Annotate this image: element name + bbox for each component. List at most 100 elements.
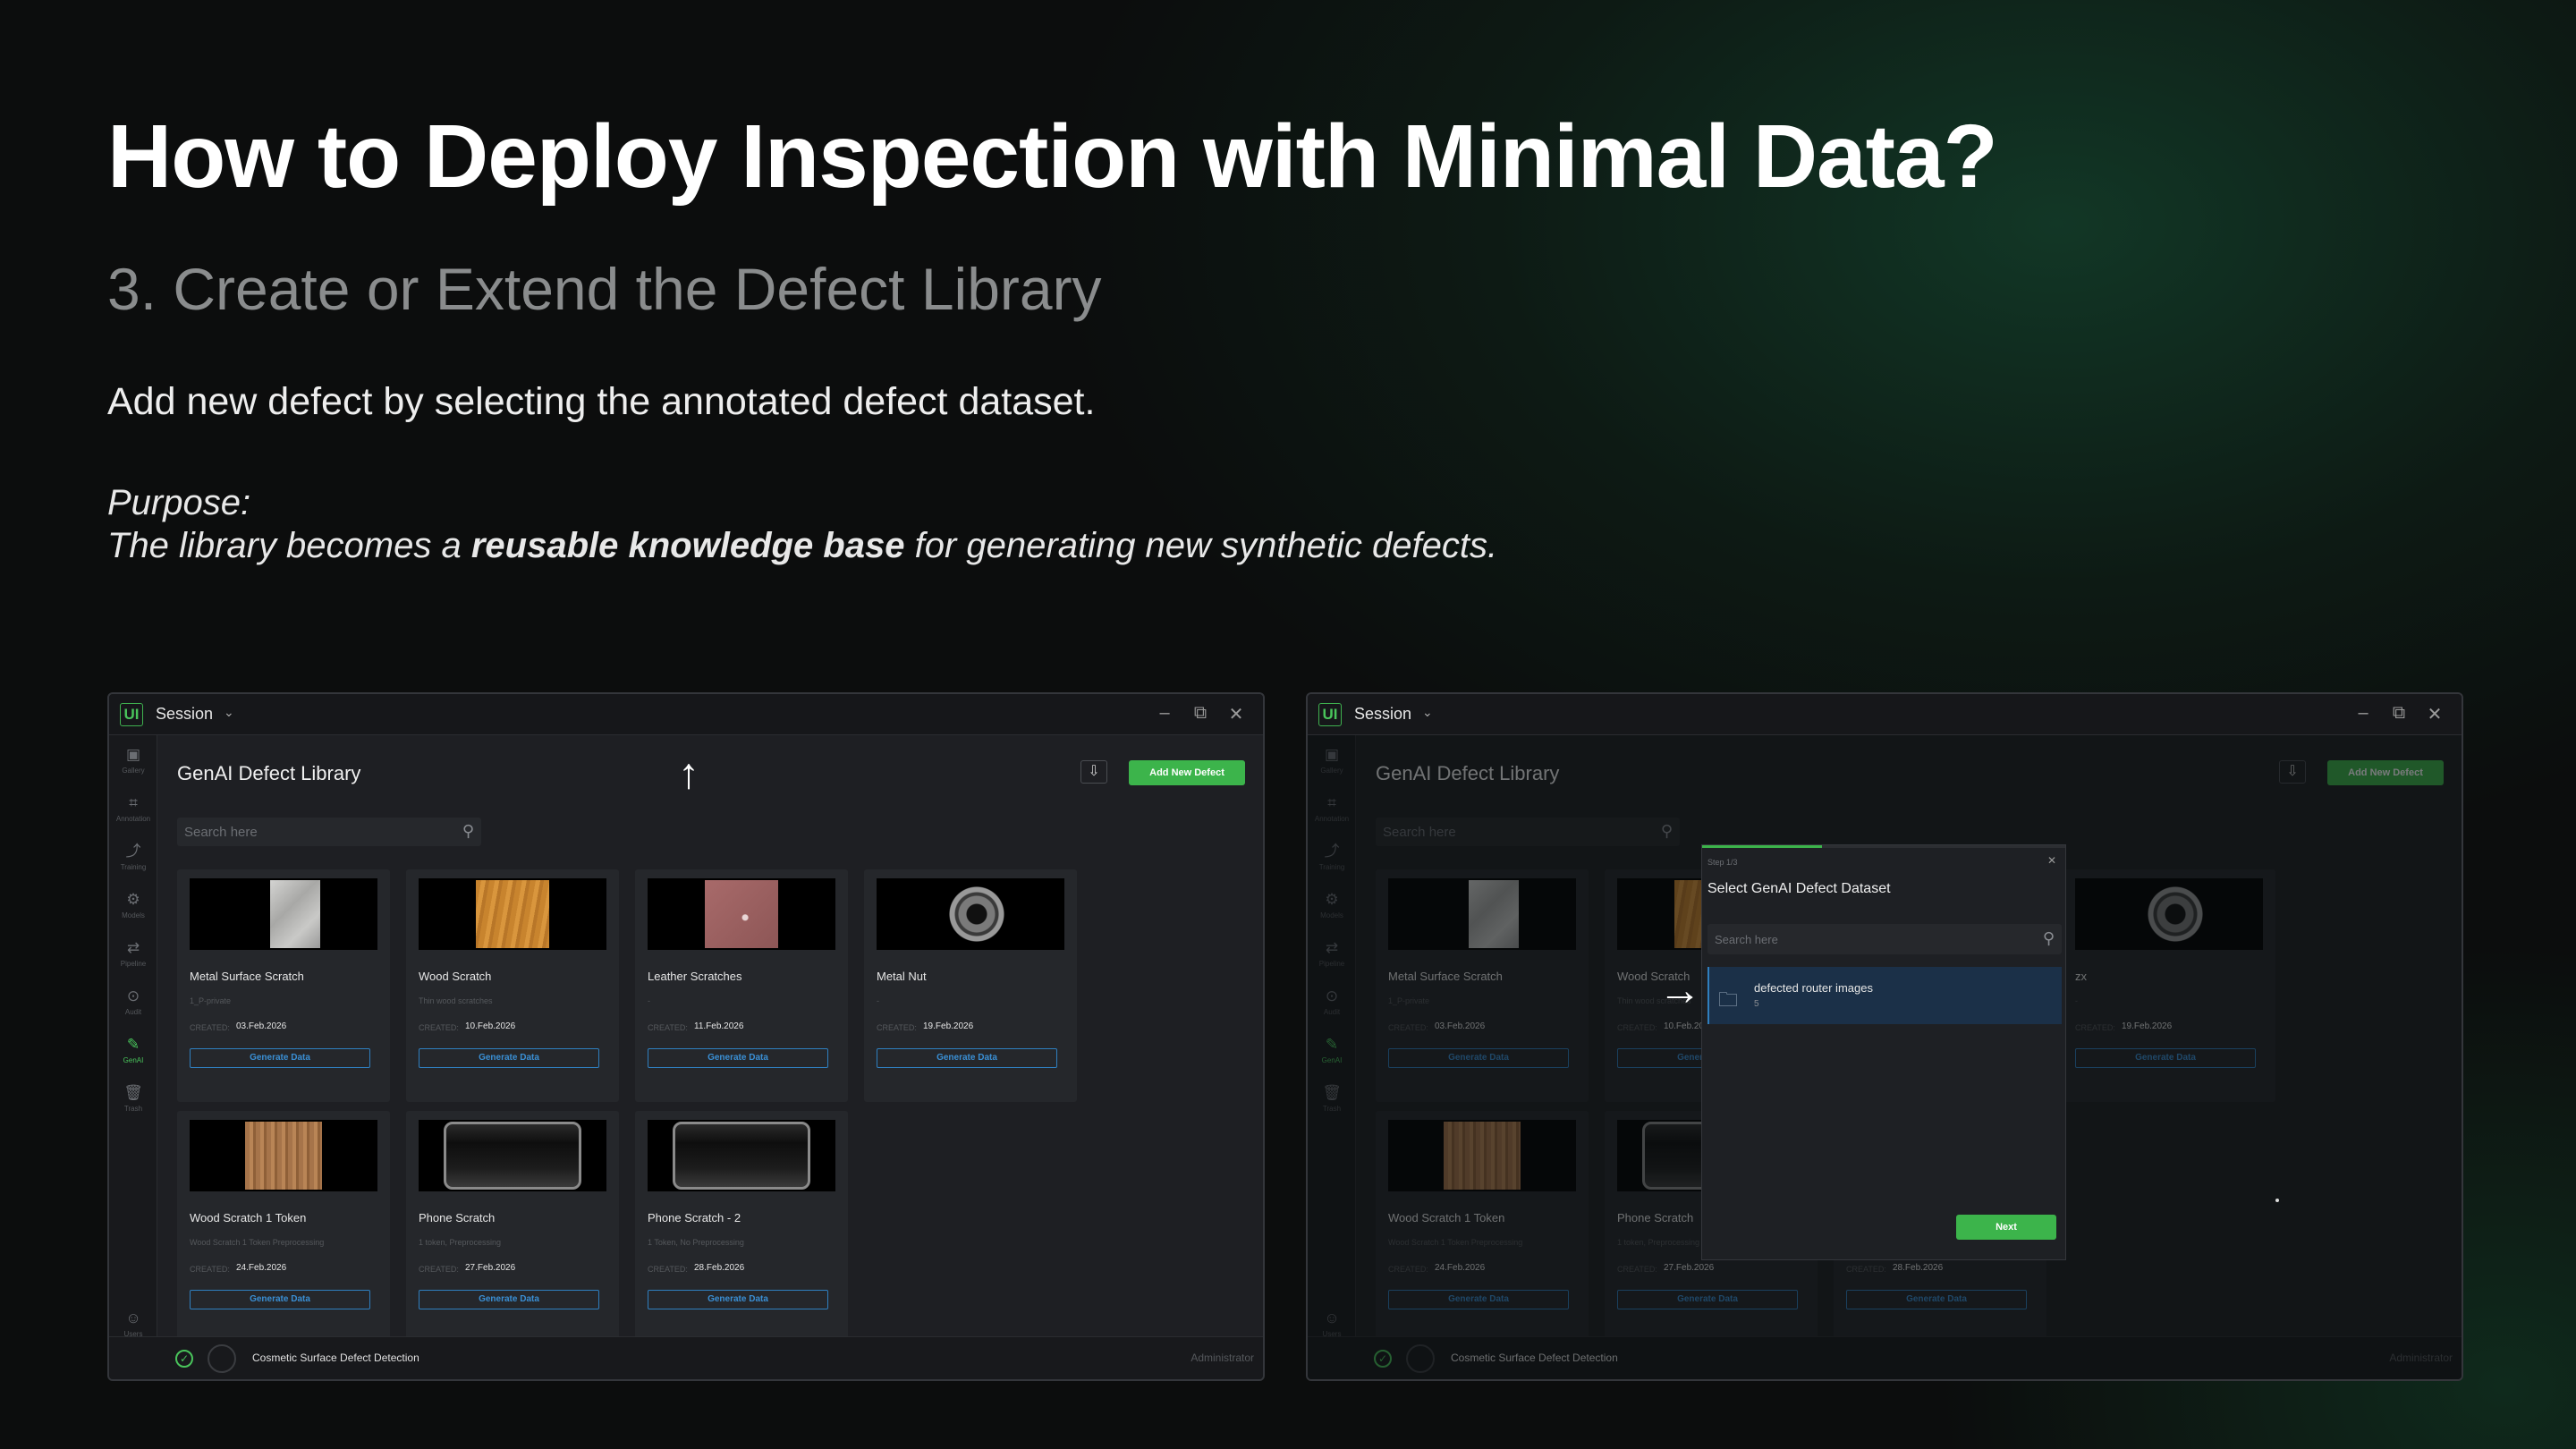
defect-title: Phone Scratch - 2 bbox=[648, 1211, 741, 1224]
download-button[interactable]: ⇩ bbox=[1080, 760, 1107, 784]
session-menu[interactable]: Session bbox=[1354, 705, 1411, 724]
defect-image bbox=[673, 1122, 810, 1190]
defect-thumbnail bbox=[190, 1120, 377, 1191]
restore-icon[interactable]: ⧉ bbox=[1190, 703, 1211, 724]
sidebar-item-training[interactable]: ⤴ Training bbox=[115, 843, 151, 871]
defect-card[interactable]: Metal Nut - CREATED: 19.Feb.2026 Generate Da… bbox=[864, 869, 1077, 1102]
sidebar-item-label: GenAI bbox=[123, 1056, 144, 1064]
purpose-bold: reusable knowledge base bbox=[470, 526, 905, 565]
defect-card[interactable]: Wood Scratch Thin wood scratches CREATED: 1… bbox=[406, 869, 619, 1102]
sidebar-item-pipeline[interactable]: ⇄ Pipeline bbox=[115, 939, 151, 968]
status-ring-icon bbox=[208, 1344, 236, 1373]
generate-data-button[interactable]: Generate Data bbox=[648, 1048, 828, 1068]
sidebar-item-label: Training bbox=[120, 863, 147, 871]
defect-title: Phone Scratch bbox=[419, 1211, 496, 1224]
add-new-defect-button[interactable]: Add New Defect bbox=[1129, 760, 1245, 785]
dataset-name: defected router images bbox=[1754, 981, 1873, 995]
defect-card[interactable]: Phone Scratch - 2 1 Token, No Preprocessi… bbox=[635, 1111, 848, 1343]
sidebar: ▣ Gallery ⌗ Annotation ⤴ Training ⚙ Models ⇄ Pipe… bbox=[109, 735, 157, 1379]
defect-description: - bbox=[648, 996, 650, 1005]
defect-thumbnail bbox=[877, 878, 1064, 950]
sidebar-item-trash[interactable]: 🗑 Trash bbox=[115, 1084, 151, 1113]
sidebar-item-audit[interactable]: ⊙ Audit bbox=[115, 987, 151, 1016]
created-date: 10.Feb.2026 bbox=[465, 1021, 516, 1031]
dataset-search-input[interactable]: Search here ⚲ bbox=[1707, 924, 2062, 954]
minimize-icon[interactable]: – bbox=[1154, 703, 1175, 724]
created-date: 03.Feb.2026 bbox=[236, 1021, 287, 1031]
crop-icon: ⌗ bbox=[129, 794, 138, 811]
gear-icon: ⚙ bbox=[126, 891, 140, 908]
purpose-label: Purpose: bbox=[107, 483, 251, 522]
generate-data-button[interactable]: Generate Data bbox=[190, 1048, 370, 1068]
slide-title: How to Deploy Inspection with Minimal Da… bbox=[107, 106, 1998, 207]
sidebar-item-label: Gallery bbox=[122, 767, 145, 775]
close-icon[interactable]: ✕ bbox=[2047, 854, 2056, 867]
flow-icon: ⇄ bbox=[126, 939, 140, 956]
sidebar-item-users[interactable]: ☺Users bbox=[115, 1309, 151, 1338]
defect-image bbox=[705, 880, 778, 948]
sidebar-item-models[interactable]: ⚙ Models bbox=[115, 891, 151, 919]
close-icon[interactable]: ✕ bbox=[2424, 703, 2445, 725]
sidebar-item-label: Trash bbox=[123, 1105, 143, 1113]
defect-card[interactable]: Metal Surface Scratch 1_P-private CREATED:… bbox=[177, 869, 390, 1102]
defect-thumbnail bbox=[419, 1120, 606, 1191]
app-window-library: UI Session ⌄ – ⧉ ✕ ▣ Gallery ⌗ Annotation ⤴ Trainin… bbox=[107, 692, 1265, 1381]
app-window-dataset-modal: UISession⌄–⧉✕▣Gallery⌗Annotation⤴Trainin… bbox=[1306, 692, 2463, 1381]
images-icon: ▣ bbox=[125, 746, 141, 763]
sidebar-item-gallery[interactable]: ▣ Gallery bbox=[115, 746, 151, 775]
defect-image bbox=[270, 880, 320, 948]
cursor-dot bbox=[2275, 1199, 2279, 1202]
defect-title: Metal Nut bbox=[877, 970, 927, 983]
created-date: 28.Feb.2026 bbox=[694, 1263, 745, 1273]
chevron-down-icon[interactable]: ⌄ bbox=[1422, 705, 1433, 720]
defect-card[interactable]: Wood Scratch 1 Token Wood Scratch 1 Token… bbox=[177, 1111, 390, 1343]
created-date: 11.Feb.2026 bbox=[694, 1021, 744, 1031]
generate-data-button[interactable]: Generate Data bbox=[190, 1290, 370, 1309]
session-menu[interactable]: Session bbox=[156, 705, 213, 724]
defect-image bbox=[444, 1122, 581, 1190]
minimize-icon[interactable]: – bbox=[2352, 703, 2374, 724]
sidebar-item-label: Models bbox=[122, 911, 145, 919]
next-button[interactable]: Next bbox=[1956, 1215, 2056, 1240]
progress-bar bbox=[1702, 845, 1822, 848]
search-placeholder: Search here bbox=[1715, 933, 1778, 946]
status-footer: ✓ Cosmetic Surface Defect Detection Admini… bbox=[109, 1336, 1263, 1379]
step-indicator: Step 1/3 bbox=[1707, 858, 1738, 867]
sidebar-item-annotation[interactable]: ⌗ Annotation bbox=[115, 794, 151, 823]
slide-subtitle: 3. Create or Extend the Defect Library bbox=[107, 256, 1102, 322]
audit-icon: ⊙ bbox=[126, 987, 140, 1004]
generate-data-button[interactable]: Generate Data bbox=[419, 1290, 599, 1309]
defect-card[interactable]: Leather Scratches - CREATED: 11.Feb.2026 Gen… bbox=[635, 869, 848, 1102]
sidebar-item-label: Pipeline bbox=[120, 960, 147, 968]
defect-title: Metal Surface Scratch bbox=[190, 970, 304, 983]
search-icon: ⚲ bbox=[2042, 929, 2055, 947]
project-name: Cosmetic Surface Defect Detection bbox=[252, 1352, 419, 1364]
chevron-down-icon[interactable]: ⌄ bbox=[224, 705, 234, 720]
dataset-list-item[interactable]: 🗀 defected router images 5 bbox=[1707, 967, 2062, 1024]
created-date: 27.Feb.2026 bbox=[465, 1263, 516, 1273]
created-date: 24.Feb.2026 bbox=[236, 1263, 287, 1273]
sidebar-item-genai[interactable]: ✎ GenAI bbox=[115, 1036, 151, 1064]
modal-title: Select GenAI Defect Dataset bbox=[1707, 881, 1891, 896]
sidebar-item-label: Annotation bbox=[115, 815, 151, 823]
up-arrow-icon: ↑ bbox=[678, 750, 699, 798]
restore-icon[interactable]: ⧉ bbox=[2388, 703, 2410, 724]
defect-card[interactable]: Phone Scratch 1 token, Preprocessing CREAT… bbox=[406, 1111, 619, 1343]
generate-data-button[interactable]: Generate Data bbox=[648, 1290, 828, 1309]
app-logo: UI bbox=[120, 703, 143, 726]
created-label: CREATED: bbox=[419, 1023, 459, 1032]
title-bar: UI Session ⌄ – ⧉ ✕ bbox=[1308, 694, 2462, 735]
search-placeholder: Search here bbox=[184, 825, 258, 840]
defect-title: Wood Scratch bbox=[419, 970, 492, 983]
close-icon[interactable]: ✕ bbox=[1225, 703, 1247, 725]
trash-icon: 🗑 bbox=[123, 1084, 143, 1101]
search-input[interactable]: Search here ⚲ bbox=[177, 818, 481, 846]
dataset-count: 5 bbox=[1754, 999, 1759, 1009]
generate-data-button[interactable]: Generate Data bbox=[877, 1048, 1057, 1068]
defect-description: 1_P-private bbox=[190, 996, 232, 1005]
generate-data-button[interactable]: Generate Data bbox=[419, 1048, 599, 1068]
purpose-prefix: The library becomes a bbox=[107, 526, 471, 565]
slide-description: Add new defect by selecting the annotate… bbox=[107, 380, 1096, 423]
defect-thumbnail bbox=[190, 878, 377, 950]
defect-thumbnail bbox=[648, 878, 835, 950]
